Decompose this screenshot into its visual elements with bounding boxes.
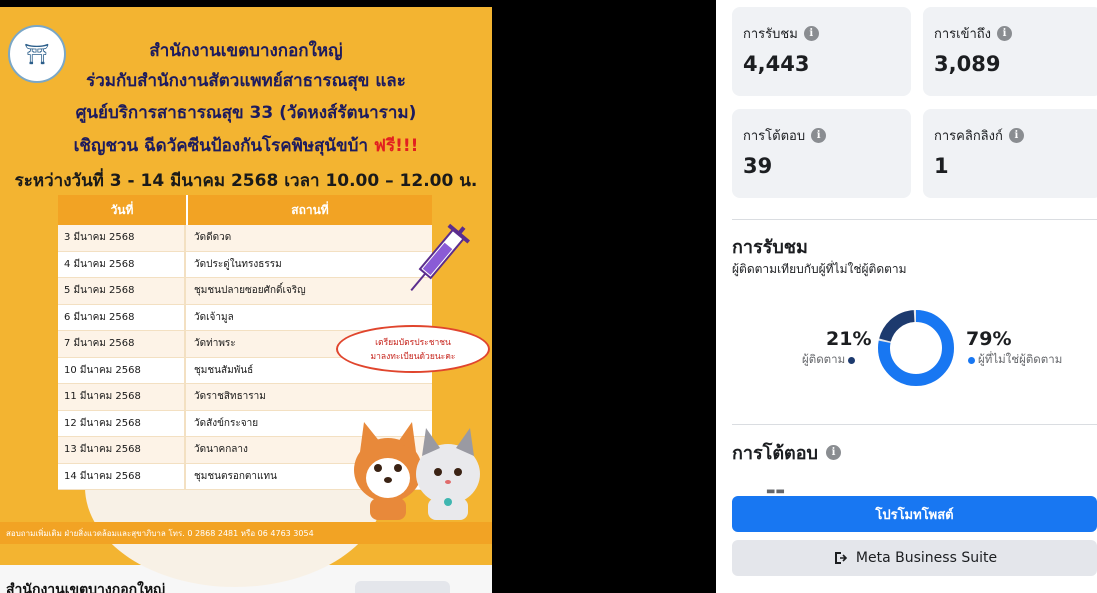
card-engagement-label-row: การโต้ตอบ i xyxy=(743,125,827,146)
schedule-date: 14 มีนาคม 2568 xyxy=(58,463,186,489)
card-reach-label-row: การเข้าถึง i xyxy=(934,23,1013,44)
schedule-header: วันที่ สถานที่ xyxy=(58,195,432,225)
clipped-content: ▬▬ xyxy=(766,486,785,496)
schedule-date: 12 มีนาคม 2568 xyxy=(58,410,186,436)
meta-business-suite-label: Meta Business Suite xyxy=(855,550,998,566)
card-link-clicks: การคลิกลิงก์ i 1 xyxy=(923,109,1097,198)
schedule-header-date: วันที่ xyxy=(58,195,188,225)
divider xyxy=(732,424,1097,425)
schedule-date: 11 มีนาคม 2568 xyxy=(58,384,186,410)
card-views: การรับชม i 4,443 xyxy=(732,7,911,96)
vaccination-poster[interactable]: ⛩ สำนักงานเขตบางกอกใหญ่ ร่วมกับสำนักงานส… xyxy=(0,7,492,587)
non-followers-dot-icon xyxy=(968,356,975,364)
non-followers-percent: 79% xyxy=(966,328,1012,350)
engagement-section-header: การโต้ตอบ i xyxy=(732,438,841,467)
schedule-place: วัดราชสิทธาราม xyxy=(194,391,266,403)
syringe-icon xyxy=(410,223,470,291)
dog-and-cat-illustration xyxy=(354,422,480,520)
divider xyxy=(732,219,1097,220)
schedule-date: 13 มีนาคม 2568 xyxy=(58,437,186,463)
poster-contact-bar: สอบถามเพิ่มเติม ฝ่ายสิ่งแวดล้อมและสุขาภิ… xyxy=(0,522,492,544)
card-engagement: การโต้ตอบ i 39 xyxy=(732,109,911,198)
followers-dot-icon xyxy=(848,356,856,364)
card-reach: การเข้าถึง i 3,089 xyxy=(923,7,1097,96)
schedule-row: 5 มีนาคม 2568 ชุมชนปลายซอยศักดิ์เจริญ xyxy=(58,278,432,305)
followers-label: ผู้ติดตาม xyxy=(802,352,846,366)
card-views-label-row: การรับชม i xyxy=(743,23,819,44)
schedule-place: วัดเจ้ามูล xyxy=(194,311,234,323)
schedule-date: 7 มีนาคม 2568 xyxy=(58,331,186,357)
schedule-row: 4 มีนาคม 2568 วัดประดู่ในทรงธรรม xyxy=(58,251,432,278)
insights-panel: การรับชม i 4,443 การเข้าถึง i 3,089 การโต้… xyxy=(716,0,1097,593)
poster-invite-text: เชิญชวน ฉีดวัคซีนป้องกันโรคพิษสุนัขบ้า xyxy=(73,136,368,156)
card-engagement-label: การโต้ตอบ xyxy=(743,129,806,144)
schedule-place: วัดประดู่ในทรงธรรม xyxy=(194,258,282,270)
poster-line-3: ศูนย์บริการสาธารณสุข 33 (วัดหงส์รัตนาราม… xyxy=(75,103,417,123)
schedule-date: 5 มีนาคม 2568 xyxy=(58,278,186,304)
poster-date-range: ระหว่างวันที่ 3 - 14 มีนาคม 2568 เวลา 10… xyxy=(14,171,478,191)
poster-line-2: ร่วมกับสำนักงานสัตวแพทย์สาธารณสุข และ xyxy=(86,71,406,91)
followers-percent: 21% xyxy=(826,328,872,350)
schedule-date: 10 มีนาคม 2568 xyxy=(58,357,186,383)
poster-line-4: เชิญชวน ฉีดวัคซีนป้องกันโรคพิษสุนัขบ้า ฟ… xyxy=(0,132,492,159)
info-icon[interactable]: i xyxy=(997,26,1013,41)
info-icon[interactable]: i xyxy=(803,26,819,41)
post-image-panel: ⛩ สำนักงานเขตบางกอกใหญ่ ร่วมกับสำนักงานส… xyxy=(0,7,492,593)
meta-business-suite-button[interactable]: Meta Business Suite xyxy=(732,540,1097,576)
poster-line-1: สำนักงานเขตบางกอกใหญ่ xyxy=(149,41,343,61)
external-link-icon xyxy=(834,552,848,564)
card-link-clicks-label: การคลิกลิงก์ xyxy=(934,129,1003,144)
speech-bubble-line-1: เตรียมบัตรประชาชน xyxy=(375,338,451,348)
schedule-row: 3 มีนาคม 2568 วัดดีดวด xyxy=(58,225,432,252)
schedule-place: วัดดีดวด xyxy=(194,232,232,244)
schedule-header-place: สถานที่ xyxy=(291,202,329,217)
schedule-place: ชุมชนปลายซอยศักดิ์เจริญ xyxy=(194,285,306,297)
schedule-date: 4 มีนาคม 2568 xyxy=(58,251,186,277)
speech-bubble-line-2: มาลงทะเบียนด้วยนะคะ xyxy=(370,352,456,362)
card-reach-value: 3,089 xyxy=(934,52,1001,76)
info-icon[interactable]: i xyxy=(825,445,841,460)
non-followers-label: ผู้ที่ไม่ใช่ผู้ติดตาม xyxy=(978,352,1063,366)
poster-free-text: ฟรี!!! xyxy=(373,136,419,156)
schedule-row: 11 มีนาคม 2568 วัดราชสิทธาราม xyxy=(58,384,432,411)
engagement-section-title: การโต้ตอบ xyxy=(732,443,818,464)
speech-bubble: เตรียมบัตรประชาชน มาลงทะเบียนด้วยนะคะ xyxy=(336,325,490,373)
followers-donut-chart xyxy=(878,310,954,386)
views-section-title: การรับชม xyxy=(732,237,808,258)
post-action-button[interactable] xyxy=(355,581,450,593)
promote-post-button[interactable]: โปรโมทโพสต์ xyxy=(732,496,1097,532)
followers-legend: ผู้ติดตาม xyxy=(802,351,856,369)
card-link-clicks-value: 1 xyxy=(934,154,949,178)
card-views-value: 4,443 xyxy=(743,52,810,76)
views-section-subtitle: ผู้ติดตามเทียบกับผู้ที่ไม่ใช่ผู้ติดตาม xyxy=(732,262,907,276)
card-engagement-value: 39 xyxy=(743,154,773,178)
schedule-date: 6 มีนาคม 2568 xyxy=(58,304,186,330)
post-page-name[interactable]: สำนักงานเขตบางกอกใหญ่ xyxy=(6,579,165,593)
card-views-label: การรับชม xyxy=(743,27,798,42)
non-followers-legend: ผู้ที่ไม่ใช่ผู้ติดตาม xyxy=(968,351,1062,369)
info-icon[interactable]: i xyxy=(811,128,827,143)
card-link-clicks-label-row: การคลิกลิงก์ i xyxy=(934,125,1024,146)
schedule-date: 3 มีนาคม 2568 xyxy=(58,225,186,251)
info-icon[interactable]: i xyxy=(1008,128,1024,143)
card-reach-label: การเข้าถึง xyxy=(934,27,992,42)
